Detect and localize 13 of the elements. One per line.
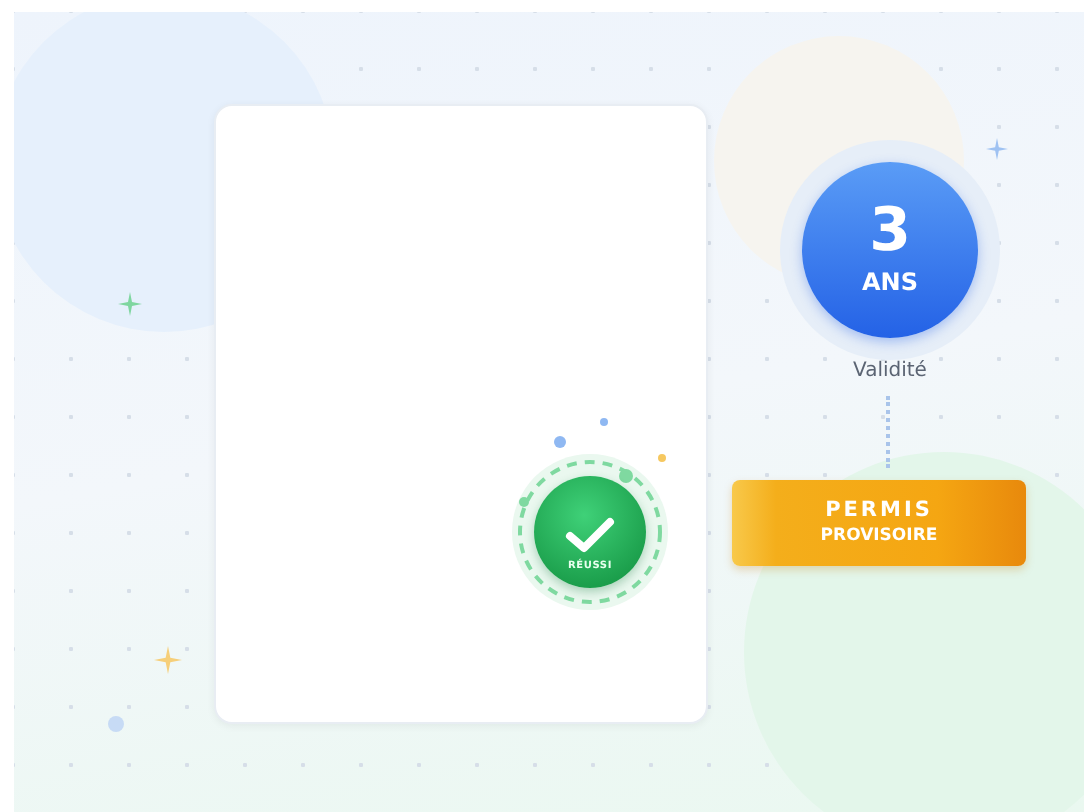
dot-icon xyxy=(108,716,124,732)
sparkle-icon xyxy=(986,138,1008,160)
dot-icon xyxy=(600,418,608,426)
dot-icon xyxy=(658,454,666,462)
dot-icon xyxy=(554,436,566,448)
years-unit: ANS xyxy=(862,268,918,298)
ribbon-text: PERMIS xyxy=(825,498,933,526)
sparkle-icon xyxy=(154,646,182,674)
checkmark-icon xyxy=(564,516,616,556)
validity-caption: Validité xyxy=(851,358,929,386)
sparkle-icon xyxy=(118,292,142,316)
ribbon-text: PROVISOIRE xyxy=(820,525,938,548)
years-number: 3 xyxy=(869,202,911,263)
